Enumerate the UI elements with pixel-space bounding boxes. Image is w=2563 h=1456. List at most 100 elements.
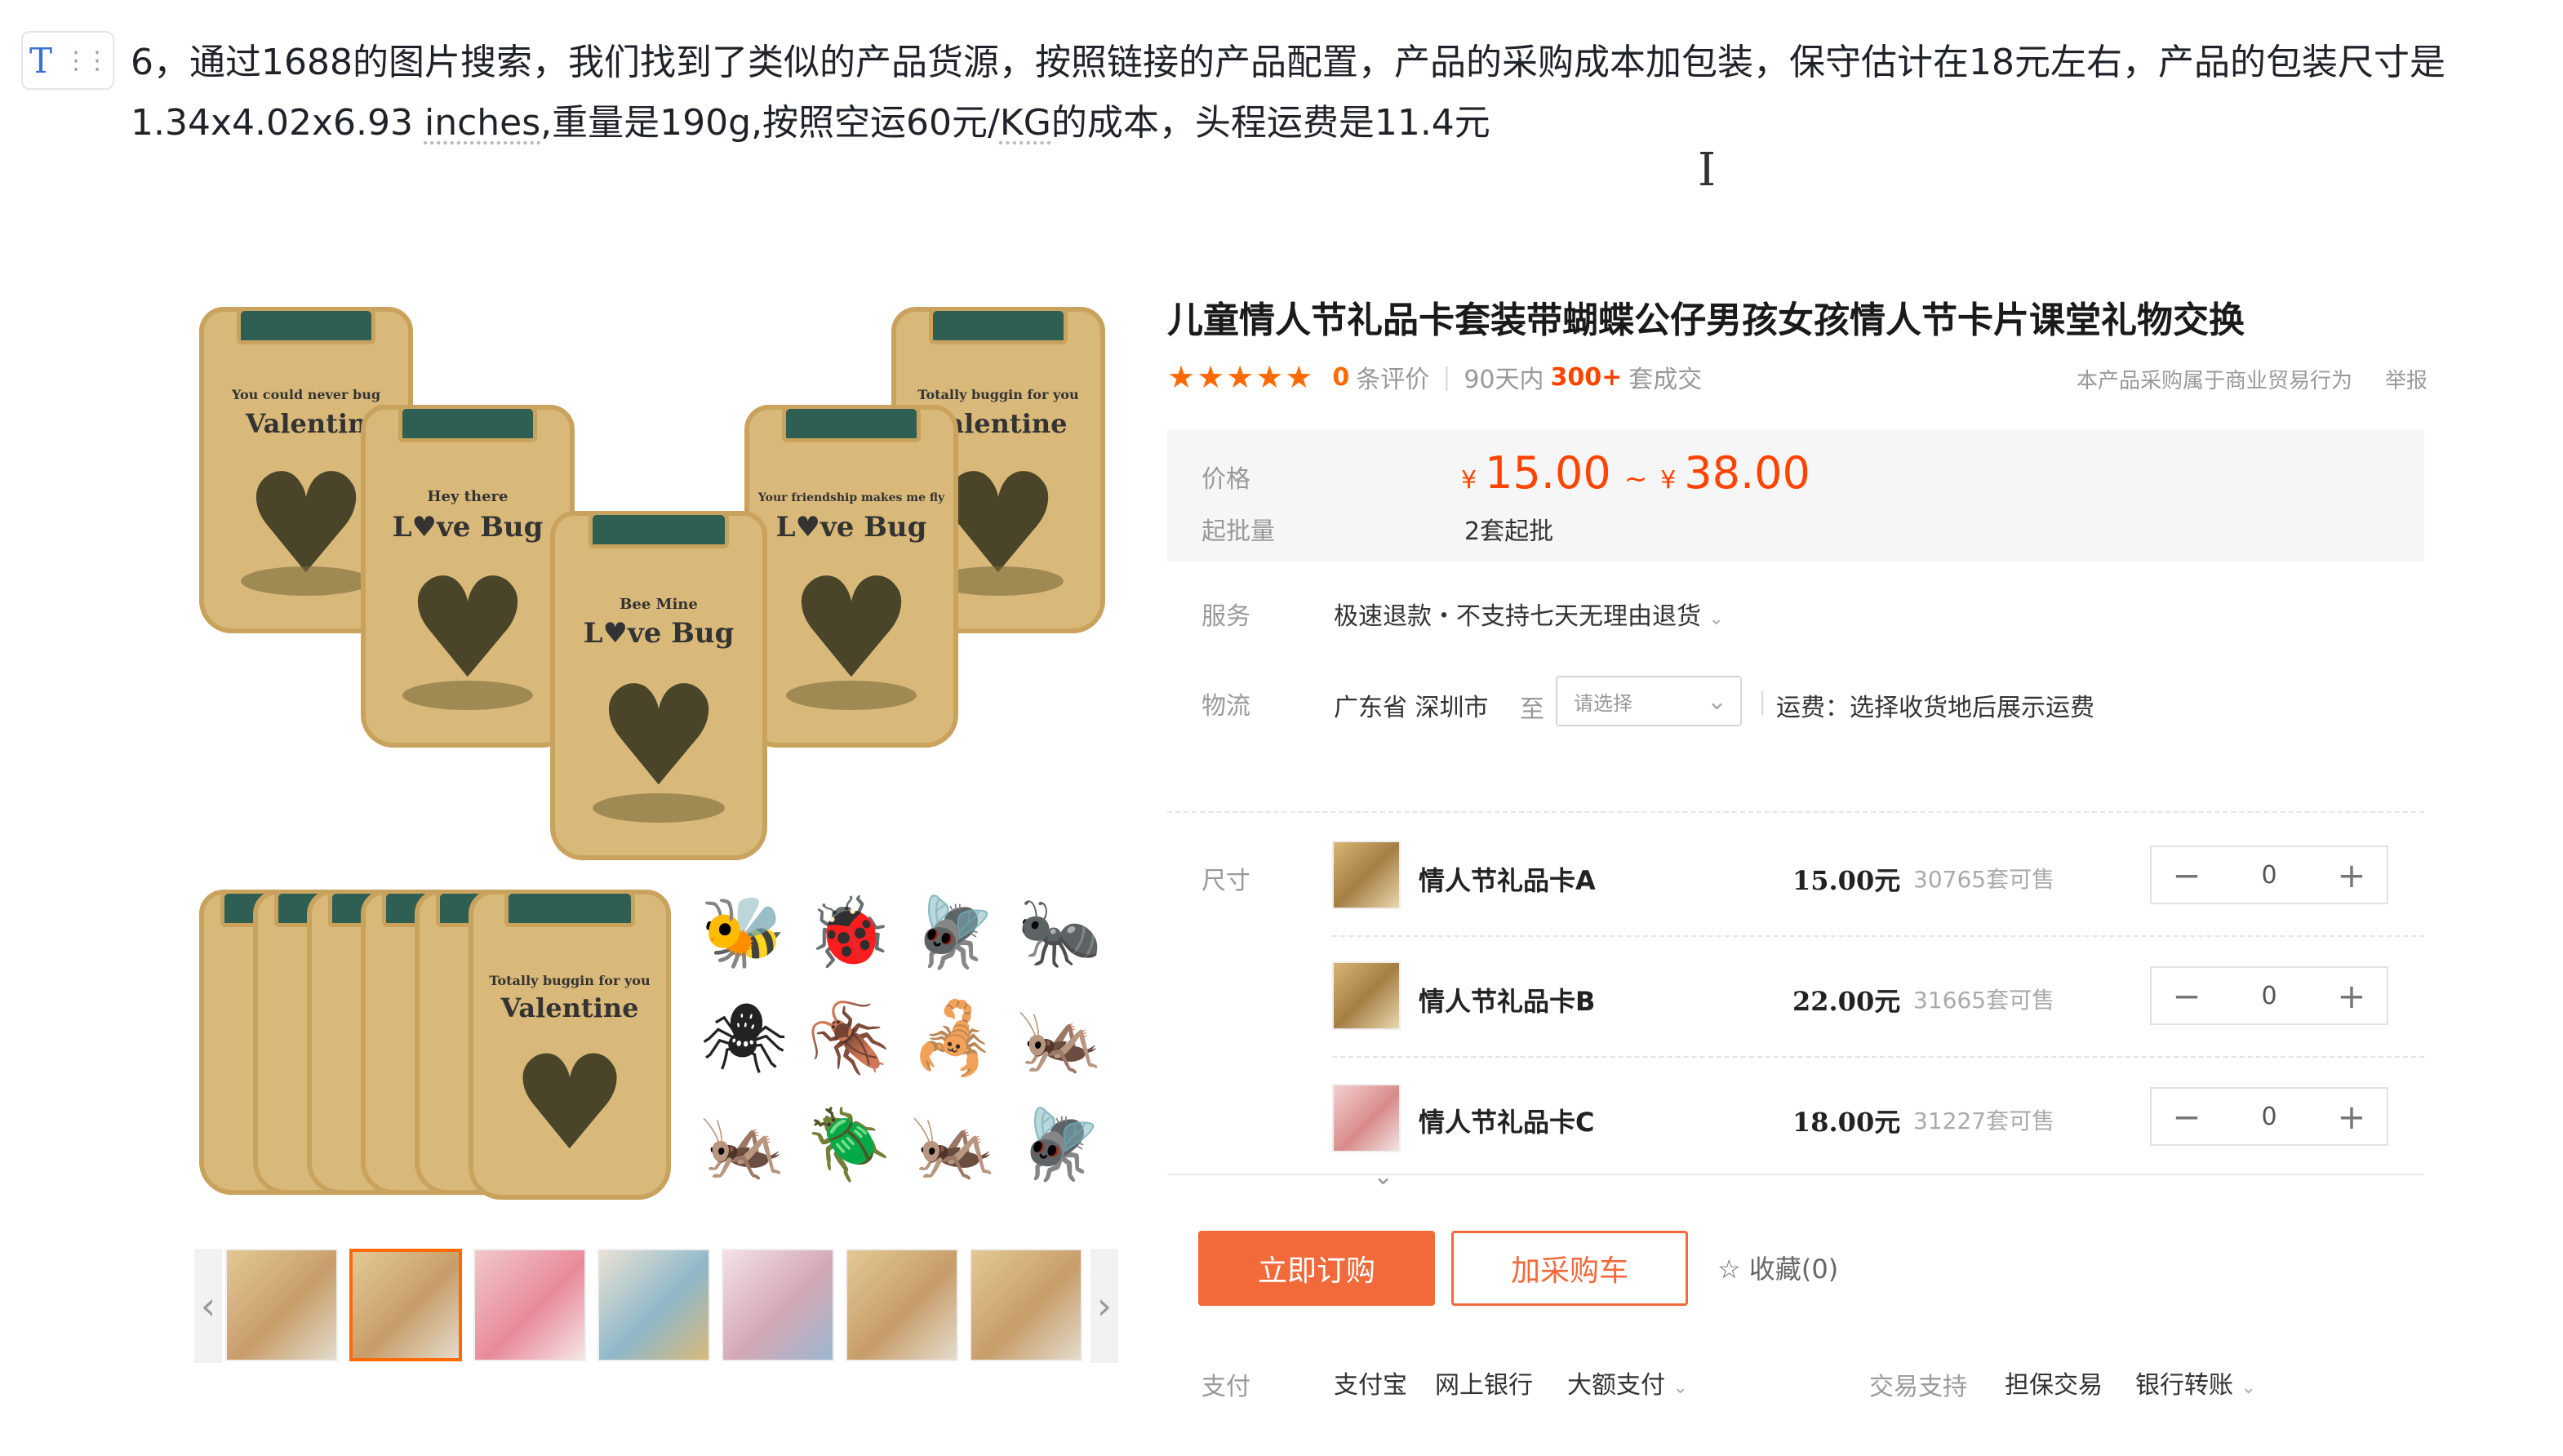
ant-icon: 🐜: [1017, 892, 1103, 972]
star-outline-icon: ☆: [1717, 1254, 1741, 1285]
plus-button[interactable]: +: [2316, 976, 2387, 1016]
sku-name: 情人节礼品卡B: [1419, 986, 1596, 1017]
note-paragraph[interactable]: 6，通过1688的图片搜索，我们找到了类似的产品货源，按照链接的产品配置，产品的…: [131, 33, 2481, 153]
thumb-next-button[interactable]: ›: [1090, 1249, 1118, 1363]
note-kg: KG: [999, 102, 1051, 144]
sku-price: 22.00元: [1792, 986, 1901, 1017]
thumbnail-strip: [225, 1249, 1115, 1363]
sold-count: 300+: [1550, 362, 1623, 392]
moq-label: 起批量: [1202, 517, 1275, 546]
buy-now-button[interactable]: 立即订购: [1198, 1231, 1435, 1306]
price-label: 价格: [1202, 465, 1250, 494]
jar-small-text: Totally buggin for you: [917, 387, 1079, 402]
pay-label: 支付: [1202, 1373, 1250, 1401]
price-sep: ~: [1624, 463, 1648, 495]
quantity-stepper: − 0 +: [2150, 846, 2388, 904]
jar-small-text: Hey there: [427, 488, 509, 505]
thumbnail-3[interactable]: [473, 1249, 586, 1361]
sku-name: 情人节礼品卡C: [1419, 1107, 1595, 1138]
mantis-icon: 🦗: [700, 1104, 786, 1184]
jar-oval: [592, 793, 726, 823]
fly-icon: 🪰: [911, 892, 997, 972]
pay-method-large-label: 大额支付: [1567, 1371, 1665, 1400]
product-title: 儿童情人节礼品卡套装带蝴蝶公仔男孩女孩情人节卡片课堂礼物交换: [1167, 300, 2245, 341]
review-label[interactable]: 条评价: [1356, 359, 1429, 395]
jar-oval: [402, 681, 533, 710]
sku-price: 18.00元: [1792, 1107, 1901, 1138]
jar-lid: [929, 307, 1068, 344]
quantity-input[interactable]: 0: [2234, 982, 2304, 1010]
sku-thumbnail[interactable]: [1332, 1084, 1401, 1152]
select-placeholder: 请选择: [1574, 691, 1632, 715]
thumbnail-5[interactable]: [722, 1249, 834, 1361]
quantity-input[interactable]: 0: [2234, 1103, 2304, 1131]
service-dropdown[interactable]: 极速退款・不支持七天无理由退货 ⌄: [1334, 596, 1724, 632]
jar-big-text: Valentine: [500, 992, 639, 1023]
thumbnail-7[interactable]: [970, 1249, 1082, 1361]
thumb-prev-button[interactable]: ‹: [194, 1249, 222, 1363]
thumbnail-2[interactable]: [349, 1249, 462, 1361]
scorpion-icon: 🦂: [911, 998, 997, 1078]
plus-button[interactable]: +: [2316, 855, 2387, 895]
heart-icon: ♥: [511, 1027, 629, 1179]
spider-icon: 🕷: [700, 998, 788, 1078]
note-text-3: 的成本，头程运费是11.4元: [1051, 102, 1490, 144]
thumbnail-4[interactable]: [597, 1249, 710, 1361]
sku-name: 情人节礼品卡A: [1419, 865, 1596, 896]
product-main-image[interactable]: You could never bug Valentin ♥ Totally b…: [193, 286, 1123, 1216]
sku-thumbnail[interactable]: [1332, 961, 1401, 1030]
review-count[interactable]: 0: [1332, 363, 1349, 392]
divider: |: [1442, 362, 1451, 392]
text-cursor-icon: I: [1698, 144, 1717, 197]
trade-method-transfer[interactable]: 银行转账 ⌄: [2135, 1365, 2256, 1401]
jar-oval: [786, 681, 917, 710]
destination-select[interactable]: 请选择 ⌄: [1556, 676, 1742, 726]
favorite-button[interactable]: ☆ 收藏(0): [1717, 1249, 1838, 1286]
currency-min: ¥: [1461, 466, 1477, 495]
plus-button[interactable]: +: [2316, 1097, 2387, 1137]
grasshopper-icon: 🦗: [1017, 998, 1103, 1078]
jar-mid-left: Hey there L♥ve Bug ♥: [361, 405, 575, 748]
heart-icon: ♥: [596, 656, 722, 818]
size-label: 尺寸: [1202, 867, 1250, 895]
cricket-icon: 🦗: [911, 1104, 997, 1184]
pay-method-large[interactable]: 大额支付 ⌄: [1567, 1365, 1688, 1401]
chevron-down-icon: ⌄: [2241, 1378, 2256, 1398]
chevron-down-icon: ⌄: [1706, 686, 1727, 716]
chevron-down-icon: ⌄: [1672, 1378, 1688, 1398]
minus-button[interactable]: −: [2152, 855, 2222, 895]
note-inches: inches: [424, 102, 541, 144]
moq-value: 2套起批: [1464, 517, 1554, 546]
jar-bottom-front: Totally buggin for you Valentine ♥: [469, 890, 671, 1200]
minus-button[interactable]: −: [2152, 1097, 2222, 1137]
price-min: 15.00: [1485, 447, 1611, 499]
favorite-label: 收藏(0): [1748, 1254, 1839, 1285]
quantity-input[interactable]: 0: [2234, 861, 2304, 890]
cockroach-icon: 🪳: [806, 998, 892, 1078]
trade-method-transfer-label: 银行转账: [2135, 1371, 2233, 1400]
sku-thumbnail[interactable]: [1332, 841, 1401, 909]
trade-method-escrow: 担保交易: [2005, 1371, 2103, 1400]
sold-prefix: 90天内: [1464, 366, 1544, 394]
add-to-cart-button[interactable]: 加采购车: [1451, 1231, 1688, 1306]
quantity-stepper: − 0 +: [2150, 966, 2388, 1025]
report-link[interactable]: 举报: [2385, 364, 2428, 394]
beetle-icon: 🪲: [806, 1104, 892, 1184]
minus-button[interactable]: −: [2152, 976, 2222, 1016]
divider: [1167, 1174, 2424, 1175]
note-text-2: ,重量是190g,按照空运60元/: [540, 102, 1000, 144]
drag-grip-icon[interactable]: ⋮⋮: [64, 47, 109, 75]
jar-big-text: L♥ve Bug: [392, 511, 544, 544]
heart-icon: ♥: [405, 548, 531, 710]
service-label: 服务: [1202, 602, 1250, 631]
jar-lid: [237, 307, 375, 344]
divider: [1332, 1056, 2424, 1058]
quantity-stepper: − 0 +: [2150, 1087, 2388, 1146]
thumbnail-6[interactable]: [846, 1249, 958, 1361]
expand-more-chevron-icon[interactable]: ⌄: [1373, 1162, 1393, 1191]
sku-stock: 31665套可售: [1913, 987, 2055, 1014]
logistics-from: 广东省 深圳市: [1334, 694, 1489, 722]
block-handle[interactable]: T ⋮⋮: [21, 31, 114, 90]
divider: [1332, 935, 2424, 937]
thumbnail-1[interactable]: [225, 1249, 338, 1361]
